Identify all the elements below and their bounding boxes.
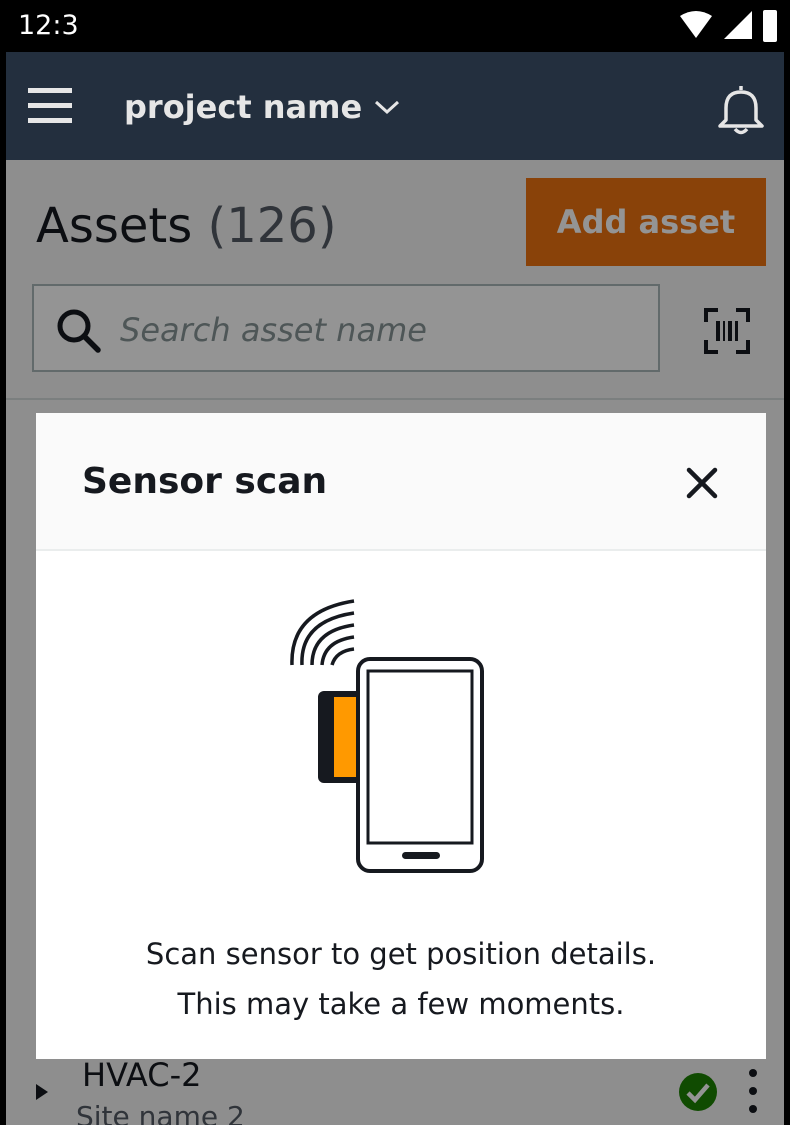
chevron-down-icon	[375, 100, 400, 115]
menu-icon[interactable]	[28, 84, 72, 128]
modal-header: Sensor scan	[36, 413, 766, 551]
modal-title: Sensor scan	[82, 461, 328, 502]
status-bar: 12:3	[6, 0, 784, 52]
status-icons	[678, 8, 778, 42]
wifi-icon	[680, 11, 712, 38]
status-time: 12:3	[18, 10, 79, 41]
modal-message-line2: This may take a few moments.	[177, 987, 625, 1021]
project-selector[interactable]: project name	[124, 88, 400, 126]
close-icon[interactable]	[684, 465, 720, 501]
battery-icon	[763, 10, 777, 42]
sensor-scan-modal: Sensor scan Scan sensor to get position …	[36, 413, 766, 1059]
bell-icon[interactable]	[712, 80, 770, 138]
app-bar: project name	[6, 52, 784, 160]
modal-message-line1: Scan sensor to get position details.	[145, 937, 657, 971]
project-name-label: project name	[124, 88, 363, 126]
app-screen: 12:3 project name Assets (126) Add asset…	[6, 0, 784, 1125]
signal-icon	[724, 11, 752, 39]
sensor-scan-illustration	[290, 599, 484, 873]
